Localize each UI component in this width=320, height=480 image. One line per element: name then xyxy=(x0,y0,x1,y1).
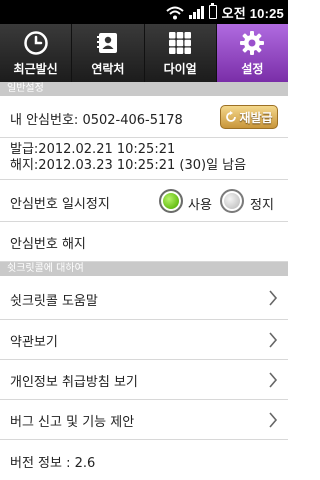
version-row: 버전 정보 : 2.6 xyxy=(0,440,288,480)
safe-number-label: 내 안심번호: 0502-406-5178 xyxy=(10,113,183,128)
version-label: 버전 정보 : 2.6 xyxy=(10,456,96,471)
issued-date: 발급:2012.02.21 10:25:21 xyxy=(10,142,176,157)
cancel-number-label: 안심번호 해지 xyxy=(10,237,86,252)
clock-icon xyxy=(23,30,49,56)
renew-button[interactable]: 재발급 xyxy=(220,105,278,129)
help-row[interactable]: 쉿크릿콜 도움말 xyxy=(0,276,288,320)
bug-report-label: 버그 신고 및 기능 제안 xyxy=(10,415,135,430)
status-bar: 오전 10:25 xyxy=(0,0,288,24)
radio-stop[interactable] xyxy=(220,189,244,213)
refresh-icon xyxy=(225,108,237,127)
chevron-right-icon xyxy=(268,290,278,306)
expiry-date: 해지:2012.03.23 10:25:21 (30)일 남음 xyxy=(10,158,247,173)
section-header-about: 쉿크릿콜에 대하여 xyxy=(0,262,288,276)
bug-report-row[interactable]: 버그 신고 및 기능 제안 xyxy=(0,400,288,440)
tab-label: 설정 xyxy=(241,61,264,76)
chevron-right-icon xyxy=(268,372,278,388)
tab-label: 연락처 xyxy=(91,61,125,76)
radio-use-label: 사용 xyxy=(188,198,212,213)
pause-row: 안심번호 일시정지 사용 정지 xyxy=(0,180,288,222)
radio-use[interactable] xyxy=(159,189,183,213)
chevron-right-icon xyxy=(268,412,278,428)
tab-bar: 최근발신 연락처 다이얼 설정 xyxy=(0,24,288,82)
radio-stop-label: 정지 xyxy=(250,198,274,213)
dialpad-icon xyxy=(167,30,193,56)
battery-icon xyxy=(208,3,217,19)
tab-settings[interactable]: 설정 xyxy=(216,24,288,82)
status-time: 오전 10:25 xyxy=(221,5,284,21)
chevron-right-icon xyxy=(268,332,278,348)
renew-button-label: 재발급 xyxy=(239,110,273,125)
cancel-number-row[interactable]: 안심번호 해지 xyxy=(0,222,288,262)
pause-label: 안심번호 일시정지 xyxy=(10,197,110,212)
terms-label: 약관보기 xyxy=(10,335,58,350)
dates-row: 발급:2012.02.21 10:25:21 해지:2012.03.23 10:… xyxy=(0,138,288,180)
tab-contacts[interactable]: 연락처 xyxy=(72,24,145,82)
section-header-general: 일반설정 xyxy=(0,82,288,96)
safe-number-row: 내 안심번호: 0502-406-5178 재발급 xyxy=(0,96,288,138)
privacy-row[interactable]: 개인정보 취급방침 보기 xyxy=(0,360,288,400)
wifi-icon xyxy=(165,5,184,20)
signal-icon xyxy=(188,5,204,19)
help-label: 쉿크릿콜 도움말 xyxy=(10,294,98,309)
contacts-icon xyxy=(95,30,121,56)
tab-label: 다이얼 xyxy=(163,61,197,76)
tab-label: 최근발신 xyxy=(13,61,58,76)
tab-dialer[interactable]: 다이얼 xyxy=(145,24,217,82)
terms-row[interactable]: 약관보기 xyxy=(0,320,288,360)
gear-icon xyxy=(239,30,265,56)
privacy-label: 개인정보 취급방침 보기 xyxy=(10,375,138,390)
tab-recent-calls[interactable]: 최근발신 xyxy=(0,24,73,82)
